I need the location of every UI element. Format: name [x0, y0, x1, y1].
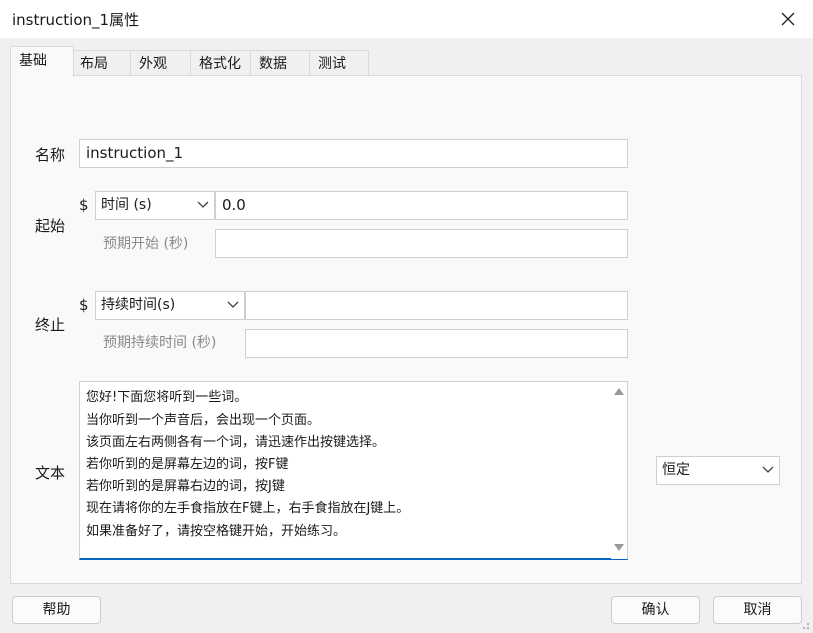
start-dollar-label: $ [79, 196, 89, 214]
close-button[interactable] [775, 6, 801, 32]
scroll-down-icon[interactable] [614, 544, 624, 551]
text-label: 文本 [35, 464, 66, 482]
tab-testing[interactable]: 测试 [309, 50, 369, 77]
cancel-button[interactable]: 取消 [713, 596, 802, 624]
expected-start-label: 预期开始 (秒) [103, 236, 189, 252]
chevron-down-icon [762, 466, 774, 473]
dialog-body: 基础 布局 外观 格式化 数据 测试 名称 instruction_1 起始 $… [0, 38, 813, 633]
tab-data[interactable]: 数据 [250, 50, 310, 77]
text-line: 现在请将你的左手食指放在F键上，右手食指放在J键上。 [86, 501, 410, 516]
name-label: 名称 [35, 146, 66, 164]
stop-label: 终止 [35, 316, 66, 334]
text-line: 如果准备好了，请按空格键开始，开始练习。 [86, 524, 347, 539]
stop-type-value: 持续时间(s) [101, 297, 176, 313]
tab-layout[interactable]: 布局 [71, 50, 131, 77]
chevron-down-icon [197, 201, 209, 208]
text-line: 若你听到的是屏幕右边的词，按J键 [86, 479, 285, 494]
close-icon [781, 12, 795, 26]
text-input[interactable]: 您好!下面您将听到一些词。 当你听到一个声音后，会出现一个页面。 该页面左右两侧… [79, 381, 628, 560]
expected-duration-input[interactable] [245, 329, 628, 358]
title-bar: instruction_1属性 [0, 0, 813, 38]
chevron-down-icon [227, 301, 239, 308]
text-update-select[interactable]: 恒定 [656, 456, 780, 485]
text-update-value: 恒定 [662, 462, 690, 478]
tab-basic[interactable]: 基础 [10, 46, 74, 77]
text-line: 您好!下面您将听到一些词。 [86, 390, 248, 405]
expected-start-input[interactable] [215, 229, 628, 258]
start-type-value: 时间 (s) [101, 197, 152, 213]
ok-button[interactable]: 确认 [611, 596, 700, 624]
help-button[interactable]: 帮助 [12, 596, 101, 624]
tab-formatting[interactable]: 格式化 [190, 50, 256, 77]
start-value-input[interactable]: 0.0 [215, 191, 628, 220]
name-input[interactable]: instruction_1 [79, 139, 628, 168]
stop-value-input[interactable] [245, 291, 628, 320]
tab-appearance[interactable]: 外观 [130, 50, 192, 77]
properties-panel: 名称 instruction_1 起始 $ 时间 (s) 0.0 预期开始 (秒… [10, 75, 802, 584]
text-scrollbar[interactable] [611, 382, 627, 559]
text-line: 若你听到的是屏幕左边的词，按F键 [86, 457, 289, 472]
resize-grip-icon[interactable] [800, 620, 810, 630]
start-type-select[interactable]: 时间 (s) [95, 191, 215, 220]
stop-type-select[interactable]: 持续时间(s) [95, 291, 245, 320]
text-line: 该页面左右两侧各有一个词，请迅速作出按键选择。 [86, 435, 386, 450]
start-label: 起始 [35, 217, 66, 235]
stop-dollar-label: $ [79, 296, 89, 314]
expected-duration-label: 预期持续时间 (秒) [103, 335, 217, 351]
text-line: 当你听到一个声音后，会出现一个页面。 [86, 413, 321, 428]
scroll-up-icon[interactable] [614, 388, 624, 395]
window-title: instruction_1属性 [12, 11, 140, 29]
